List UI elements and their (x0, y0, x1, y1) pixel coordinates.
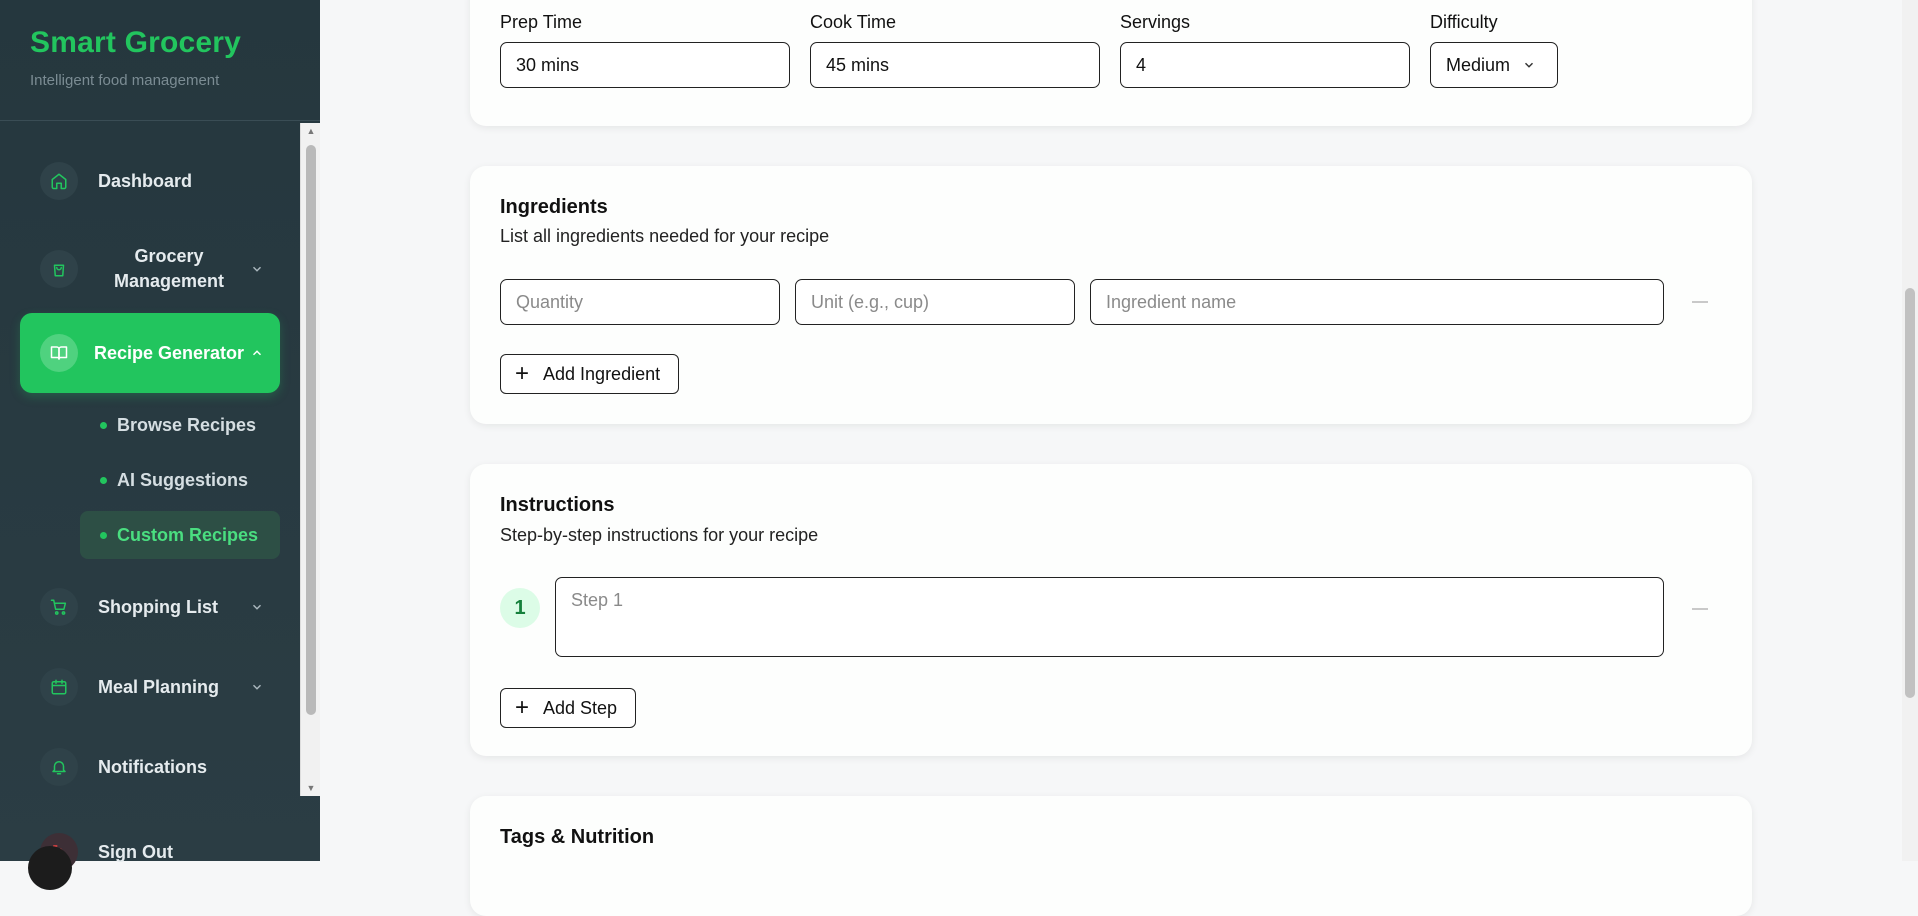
sidebar: Smart Grocery Intelligent food managemen… (0, 0, 320, 890)
instructions-title: Instructions (500, 494, 615, 516)
add-ingredient-button[interactable]: + Add Ingredient (500, 354, 680, 394)
ingredients-card: Ingredients List all ingredients needed … (470, 166, 1752, 424)
servings-label: Servings (1120, 12, 1191, 32)
calendar-icon (40, 668, 78, 706)
bullet-dot-icon (100, 476, 107, 484)
sidebar-item-dashboard[interactable]: Dashboard (20, 153, 280, 209)
page-scrollbar[interactable] (1902, 0, 1918, 861)
sidebar-item-label: Grocery Management (113, 246, 225, 291)
sidebar-nav: Dashboard Grocery Management Recipe Gene… (0, 123, 300, 796)
prep-time-input[interactable]: 30 mins (500, 42, 790, 88)
prep-time-label: Prep Time (500, 12, 583, 32)
servings-input[interactable]: 4 (1120, 42, 1410, 88)
bell-icon (40, 748, 78, 786)
sidebar-divider (0, 120, 320, 121)
difficulty-value: Medium (1446, 54, 1511, 75)
step-number-badge: 1 (500, 588, 540, 628)
book-icon (40, 334, 78, 372)
sidebar-item-label: Dashboard (98, 170, 193, 191)
sidebar-subitem-ai-suggestions[interactable]: AI Suggestions (80, 456, 280, 504)
sidebar-item-label: Meal Planning (98, 676, 220, 697)
chevron-down-icon (1525, 62, 1534, 68)
sidebar-item-notifications[interactable]: Notifications (20, 739, 280, 795)
quantity-input[interactable]: Quantity (500, 279, 780, 325)
sidebar-subitem-label: AI Suggestions (117, 469, 249, 490)
instructions-card: Instructions Step-by-step instructions f… (470, 464, 1752, 756)
bullet-dot-icon (100, 421, 107, 429)
home-icon (40, 162, 78, 200)
chevron-down-icon (252, 684, 262, 690)
chevron-down-icon (252, 266, 262, 272)
step-textarea[interactable]: Step 1 (555, 577, 1664, 657)
sidebar-scrollbar[interactable]: ▲ ▼ (300, 123, 320, 796)
sidebar-item-shopping-list[interactable]: Shopping List (20, 579, 280, 635)
chevron-down-icon (252, 604, 262, 610)
ingredient-name-input[interactable]: Ingredient name (1090, 279, 1664, 325)
recipe-details-card: Prep Time 30 mins Cook Time 45 mins Serv… (470, 0, 1752, 126)
add-step-button[interactable]: + Add Step (500, 688, 637, 728)
brand: Smart Grocery Intelligent food managemen… (30, 26, 241, 89)
tags-nutrition-title: Tags & Nutrition (500, 826, 655, 848)
scroll-up-arrow-icon[interactable]: ▲ (305, 126, 317, 136)
brand-title: Smart Grocery (30, 26, 242, 59)
shopping-bag-icon (40, 250, 78, 288)
instructions-subtitle: Step-by-step instructions for your recip… (500, 525, 819, 545)
scroll-down-arrow-icon[interactable]: ▼ (305, 783, 317, 793)
sidebar-subitem-custom-recipes[interactable]: Custom Recipes (80, 511, 280, 559)
sidebar-scroll-thumb[interactable] (306, 145, 316, 715)
sidebar-item-grocery-management[interactable]: Grocery Management (20, 233, 280, 305)
sidebar-subitem-browse-recipes[interactable]: Browse Recipes (80, 401, 280, 449)
brand-subtitle: Intelligent food management (30, 72, 220, 89)
unit-input[interactable]: Unit (e.g., cup) (795, 279, 1075, 325)
page-scroll-thumb[interactable] (1905, 288, 1915, 698)
add-ingredient-label: Add Ingredient (543, 363, 661, 384)
sidebar-subitem-label: Custom Recipes (117, 524, 259, 545)
chevron-up-icon (252, 350, 262, 356)
remove-ingredient-icon[interactable] (1692, 301, 1708, 303)
remove-step-icon[interactable] (1692, 608, 1708, 610)
sidebar-subitem-label: Browse Recipes (117, 414, 257, 435)
sidebar-item-recipe-generator[interactable]: Recipe Generator (20, 313, 280, 393)
add-step-label: Add Step (543, 697, 618, 718)
sidebar-item-label: Shopping List (98, 596, 218, 617)
difficulty-select[interactable]: Medium (1430, 42, 1558, 88)
bullet-dot-icon (100, 531, 107, 539)
ingredients-subtitle: List all ingredients needed for your rec… (500, 226, 830, 246)
avatar[interactable] (28, 846, 72, 890)
main-content: Prep Time 30 mins Cook Time 45 mins Serv… (320, 0, 1918, 916)
sidebar-item-label: Notifications (98, 756, 208, 777)
sign-out-label: Sign Out (98, 841, 173, 862)
sidebar-item-meal-planning[interactable]: Meal Planning (20, 659, 280, 715)
sidebar-item-label: Recipe Generator (93, 342, 245, 363)
difficulty-label: Difficulty (1430, 12, 1498, 32)
plus-icon: + (515, 694, 530, 721)
cook-time-input[interactable]: 45 mins (810, 42, 1100, 88)
cook-time-label: Cook Time (810, 12, 897, 32)
plus-icon: + (515, 360, 530, 387)
cart-icon (40, 588, 78, 626)
ingredients-title: Ingredients (500, 196, 608, 218)
tags-nutrition-card: Tags & Nutrition (470, 796, 1752, 916)
